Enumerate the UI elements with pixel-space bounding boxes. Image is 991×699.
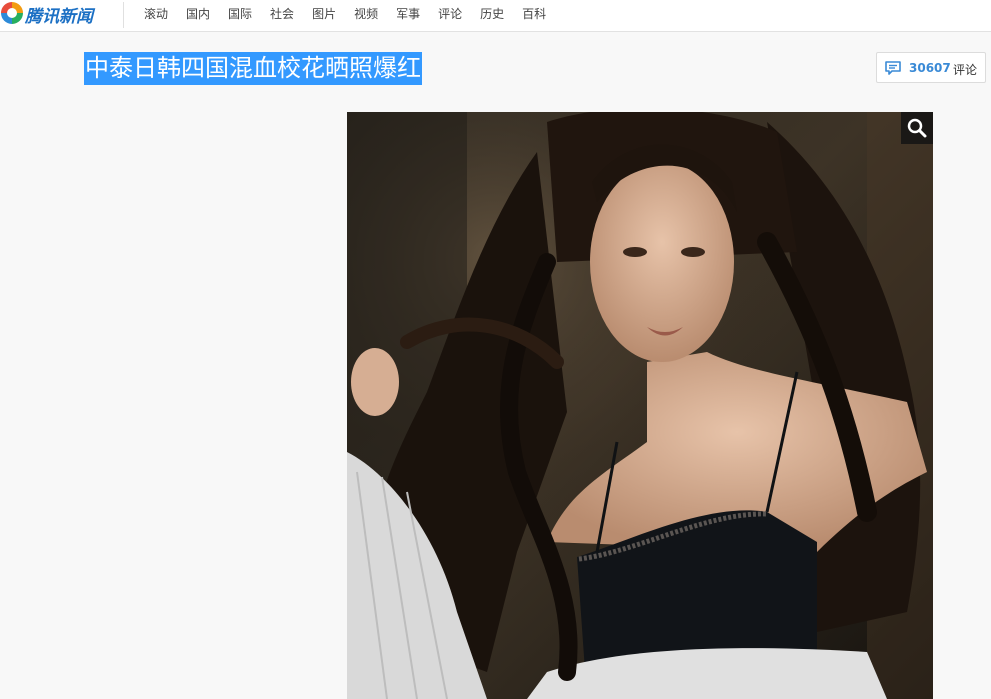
tencent-logo-icon	[1, 2, 23, 24]
article-title: 中泰日韩四国混血校花晒照爆红	[84, 52, 422, 85]
nav-item-military[interactable]: 军事	[396, 5, 420, 22]
comment-bubble-icon	[885, 61, 901, 75]
nav-item-international[interactable]: 国际	[228, 5, 252, 22]
tencent-news-logo[interactable]: 腾讯新闻	[0, 0, 110, 28]
nav-item-society[interactable]: 社会	[270, 5, 294, 22]
article-photo[interactable]	[347, 112, 933, 699]
nav-item-history[interactable]: 历史	[480, 5, 504, 22]
nav-item-video[interactable]: 视频	[354, 5, 378, 22]
nav-item-encyclopedia[interactable]: 百科	[522, 5, 546, 22]
comment-count: 30607	[909, 61, 951, 75]
logo-text: 腾讯新闻	[25, 7, 93, 27]
portrait-photo-illustration	[347, 112, 933, 699]
nav-item-domestic[interactable]: 国内	[186, 5, 210, 22]
comment-label: 评论	[953, 63, 978, 77]
nav-divider	[123, 2, 124, 28]
zoom-button[interactable]	[901, 112, 933, 144]
comment-button[interactable]: 30607 评论	[876, 52, 986, 83]
main-nav: 滚动 国内 国际 社会 图片 视频 军事 评论 历史 百科	[144, 5, 564, 22]
nav-item-pictures[interactable]: 图片	[312, 5, 336, 22]
nav-item-scroll[interactable]: 滚动	[144, 5, 168, 22]
top-nav-bar: 腾讯新闻 滚动 国内 国际 社会 图片 视频 军事 评论 历史 百科	[0, 0, 991, 32]
nav-item-commentary[interactable]: 评论	[438, 5, 462, 22]
magnifier-icon	[907, 118, 927, 138]
